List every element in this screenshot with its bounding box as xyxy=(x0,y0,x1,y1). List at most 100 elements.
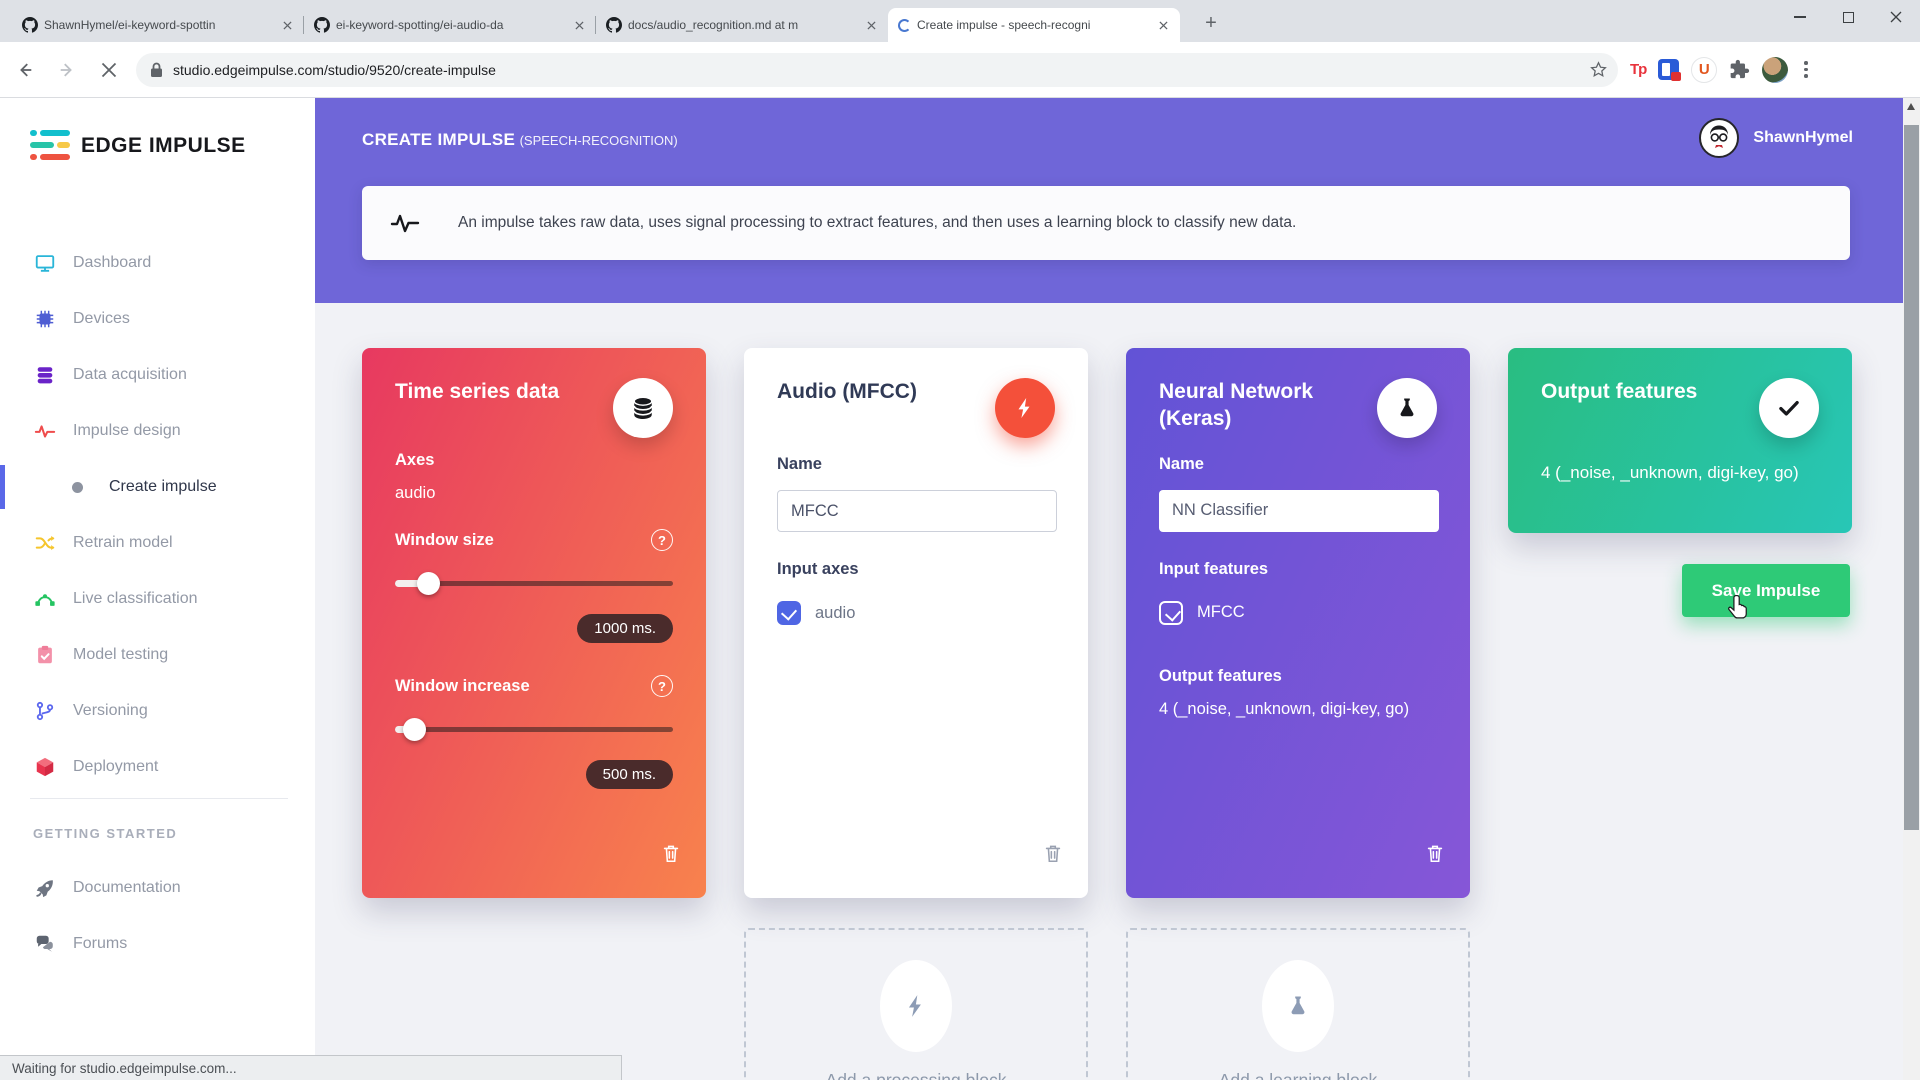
forward-button[interactable] xyxy=(50,53,84,87)
lightning-icon xyxy=(995,378,1055,438)
audio-checkbox[interactable] xyxy=(777,601,801,625)
tab-github-docs[interactable]: docs/audio_recognition.md at m xyxy=(596,8,888,42)
close-icon xyxy=(1890,11,1902,23)
tab-title: ei-keyword-spotting/ei-audio-da xyxy=(336,18,564,32)
sidebar-item-impulse-design[interactable]: Impulse design xyxy=(0,403,315,459)
bezier-curve-icon xyxy=(33,587,57,611)
slider-thumb[interactable] xyxy=(403,718,426,741)
back-button[interactable] xyxy=(8,53,42,87)
clipboard-check-icon xyxy=(33,643,57,667)
mfcc-checkbox-label: MFCC xyxy=(1197,603,1245,622)
sidebar-item-dashboard[interactable]: Dashboard xyxy=(0,235,315,291)
database-icon xyxy=(33,363,57,387)
delete-block-icon[interactable] xyxy=(1042,842,1064,864)
sidebar-item-devices[interactable]: Devices xyxy=(0,291,315,347)
delete-block-icon[interactable] xyxy=(660,842,682,864)
window-minimize-button[interactable] xyxy=(1776,0,1824,34)
window-close-button[interactable] xyxy=(1872,0,1920,34)
banner-text: An impulse takes raw data, uses signal p… xyxy=(458,214,1296,232)
browser-menu-icon[interactable] xyxy=(1804,61,1808,78)
sidebar-item-deployment[interactable]: Deployment xyxy=(0,739,315,795)
sidebar-item-documentation[interactable]: Documentation xyxy=(0,860,315,916)
minimize-icon xyxy=(1794,16,1806,18)
axes-label: Axes xyxy=(395,451,673,470)
extensions-puzzle-icon[interactable] xyxy=(1729,59,1750,80)
output-features-value: 4 (_noise, _unknown, digi-key, go) xyxy=(1541,463,1819,483)
window-size-label: Window size ? xyxy=(395,531,673,550)
output-features-value: 4 (_noise, _unknown, digi-key, go) xyxy=(1159,700,1437,719)
delete-block-icon[interactable] xyxy=(1424,842,1446,864)
input-features-label: Input features xyxy=(1159,560,1437,579)
tab-close-icon[interactable] xyxy=(278,16,296,34)
card-time-series-data: Time series data Axes audio Window size … xyxy=(362,348,706,898)
browser-profile-avatar[interactable] xyxy=(1762,57,1788,83)
mfcc-name-input[interactable] xyxy=(777,490,1057,532)
page-scrollbar[interactable] xyxy=(1903,98,1920,1080)
address-bar[interactable]: studio.edgeimpulse.com/studio/9520/creat… xyxy=(136,53,1618,87)
sidebar-item-live-classification[interactable]: Live classification xyxy=(0,571,315,627)
card-title: Neural Network (Keras) xyxy=(1159,378,1389,433)
page-header: CREATE IMPULSE (SPEECH-RECOGNITION) Shaw… xyxy=(315,98,1903,303)
flask-icon xyxy=(1262,960,1334,1052)
extension-password-icon[interactable] xyxy=(1658,59,1679,80)
window-increase-slider[interactable] xyxy=(395,718,673,740)
window-size-slider[interactable] xyxy=(395,572,673,594)
check-icon xyxy=(1759,378,1819,438)
chip-icon xyxy=(33,307,57,331)
waveform-icon xyxy=(33,419,57,443)
user-chip[interactable]: ShawnHymel xyxy=(1699,118,1853,158)
mfcc-checkbox[interactable] xyxy=(1159,601,1183,625)
sidebar-divider xyxy=(30,798,288,799)
maximize-icon xyxy=(1843,12,1854,23)
bullet-icon xyxy=(72,482,83,493)
slider-track[interactable] xyxy=(395,727,673,732)
lightning-icon xyxy=(880,960,952,1052)
nn-name-input[interactable] xyxy=(1159,490,1439,532)
tab-close-icon[interactable] xyxy=(570,16,588,34)
name-label: Name xyxy=(777,455,1055,474)
sidebar-item-create-impulse[interactable]: Create impulse xyxy=(0,459,315,515)
flask-icon xyxy=(1377,378,1437,438)
url-text[interactable]: studio.edgeimpulse.com/studio/9520/creat… xyxy=(173,62,1589,78)
bookmark-star-icon[interactable] xyxy=(1589,60,1608,79)
sidebar-section-label: GETTING STARTED xyxy=(33,826,177,841)
scrollbar-thumb[interactable] xyxy=(1903,125,1920,830)
tab-github-repo[interactable]: ShawnHymel/ei-keyword-spottin xyxy=(12,8,304,42)
rocket-icon xyxy=(33,876,57,900)
tab-create-impulse-active[interactable]: Create impulse - speech-recogni xyxy=(888,8,1180,42)
status-bar: Waiting for studio.edgeimpulse.com... xyxy=(0,1055,622,1080)
edge-impulse-logo[interactable]: EDGE IMPULSE xyxy=(30,128,246,164)
card-output-features: Output features 4 (_noise, _unknown, dig… xyxy=(1508,348,1852,533)
slider-thumb[interactable] xyxy=(417,572,440,595)
sidebar-item-versioning[interactable]: Versioning xyxy=(0,683,315,739)
page-content: EDGE IMPULSE Dashboard Devices Data acqu… xyxy=(0,98,1920,1080)
sidebar: EDGE IMPULSE Dashboard Devices Data acqu… xyxy=(0,98,315,1080)
page-title: CREATE IMPULSE xyxy=(362,130,515,149)
sidebar-item-data-acquisition[interactable]: Data acquisition xyxy=(0,347,315,403)
status-text: Waiting for studio.edgeimpulse.com... xyxy=(12,1061,237,1076)
add-learning-block-label: Add a learning block xyxy=(1219,1070,1378,1080)
sidebar-item-retrain-model[interactable]: Retrain model xyxy=(0,515,315,571)
window-maximize-button[interactable] xyxy=(1824,0,1872,34)
extension-tp-icon[interactable]: Tp xyxy=(1630,61,1646,78)
info-banner: An impulse takes raw data, uses signal p… xyxy=(362,186,1850,260)
sidebar-item-forums[interactable]: Forums xyxy=(0,916,315,972)
new-tab-button[interactable]: + xyxy=(1196,8,1226,38)
stop-loading-button[interactable] xyxy=(92,53,126,87)
save-impulse-button[interactable]: Save Impulse xyxy=(1682,564,1850,617)
sidebar-item-model-testing[interactable]: Model testing xyxy=(0,627,315,683)
help-icon[interactable]: ? xyxy=(651,529,673,551)
tab-github-repo-2[interactable]: ei-keyword-spotting/ei-audio-da xyxy=(304,8,596,42)
add-learning-block[interactable]: Add a learning block xyxy=(1126,928,1470,1080)
browser-window: ShawnHymel/ei-keyword-spottin ei-keyword… xyxy=(0,0,1920,1080)
name-label: Name xyxy=(1159,455,1437,474)
extension-u-icon[interactable]: U xyxy=(1691,57,1717,83)
scroll-up-arrow-icon[interactable] xyxy=(1907,103,1915,110)
card-neural-network: Neural Network (Keras) Name Input featur… xyxy=(1126,348,1470,898)
add-processing-block[interactable]: Add a processing block xyxy=(744,928,1088,1080)
browser-toolbar: studio.edgeimpulse.com/studio/9520/creat… xyxy=(0,42,1920,98)
tab-strip: ShawnHymel/ei-keyword-spottin ei-keyword… xyxy=(0,0,1920,42)
tab-close-icon[interactable] xyxy=(862,16,880,34)
help-icon[interactable]: ? xyxy=(651,675,673,697)
tab-close-icon[interactable] xyxy=(1154,16,1172,34)
